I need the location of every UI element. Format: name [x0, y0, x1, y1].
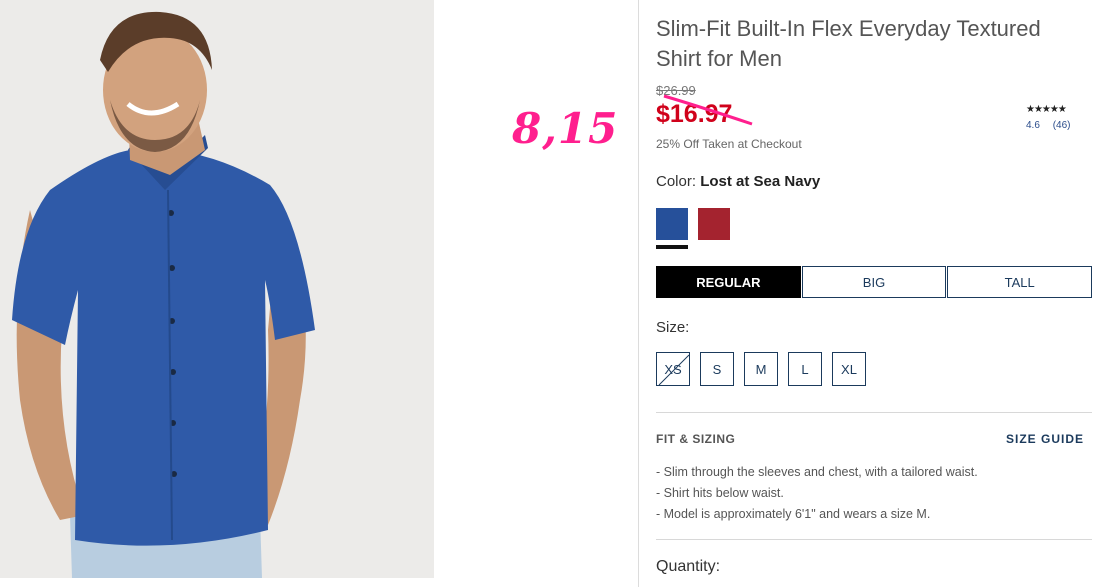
size-l[interactable]: L [788, 352, 822, 386]
rating-summary[interactable]: 4.6 (46) [1026, 120, 1080, 131]
size-label: Size: [656, 319, 690, 336]
size-xs-unavailable[interactable]: XS [656, 352, 690, 386]
star-rating[interactable]: ★★★★★ [1026, 104, 1067, 115]
price-annotation: 8,15 [512, 104, 619, 153]
product-title: Slim-Fit Built-In Flex Everyday Textured… [656, 16, 1041, 71]
color-label: Color: [656, 173, 697, 190]
discount-note: 25% Off Taken at Checkout [656, 137, 802, 151]
swatch-red[interactable] [698, 208, 730, 240]
tab-tall[interactable]: TALL [947, 266, 1093, 298]
list-item: Model is approximately 6'1" and wears a … [656, 504, 978, 525]
size-guide-link[interactable]: SIZE GUIDE [1006, 432, 1084, 446]
section-divider [656, 539, 1092, 540]
product-image[interactable] [0, 0, 434, 578]
unavailable-slash-icon [658, 354, 690, 386]
size-xl[interactable]: XL [832, 352, 866, 386]
rating-score: 4.6 [1026, 120, 1040, 131]
tab-regular[interactable]: REGULAR [656, 266, 801, 298]
fit-tabs: REGULAR BIG TALL [656, 266, 1093, 300]
color-selection: Color: Lost at Sea Navy [656, 173, 820, 190]
selected-color-name: Lost at Sea Navy [700, 173, 821, 190]
quantity-label: Quantity: [656, 558, 721, 575]
handwritten-strike-mark [663, 94, 753, 126]
product-info-panel: Slim-Fit Built-In Flex Everyday Textured… [656, 0, 1096, 587]
list-item: Shirt hits below waist. [656, 483, 978, 504]
review-count[interactable]: (46) [1053, 120, 1071, 131]
model-illustration [0, 0, 434, 578]
section-divider [656, 412, 1092, 413]
column-divider [638, 0, 639, 587]
swatch-navy[interactable] [656, 208, 688, 240]
fit-details-list: Slim through the sleeves and chest, with… [656, 462, 978, 525]
size-m[interactable]: M [744, 352, 778, 386]
size-s[interactable]: S [700, 352, 734, 386]
selected-swatch-indicator [656, 245, 688, 249]
size-options: XS S M L XL [656, 352, 876, 386]
fit-sizing-heading: FIT & SIZING [656, 432, 736, 446]
tab-big[interactable]: BIG [801, 266, 947, 298]
list-item: Slim through the sleeves and chest, with… [656, 462, 978, 483]
